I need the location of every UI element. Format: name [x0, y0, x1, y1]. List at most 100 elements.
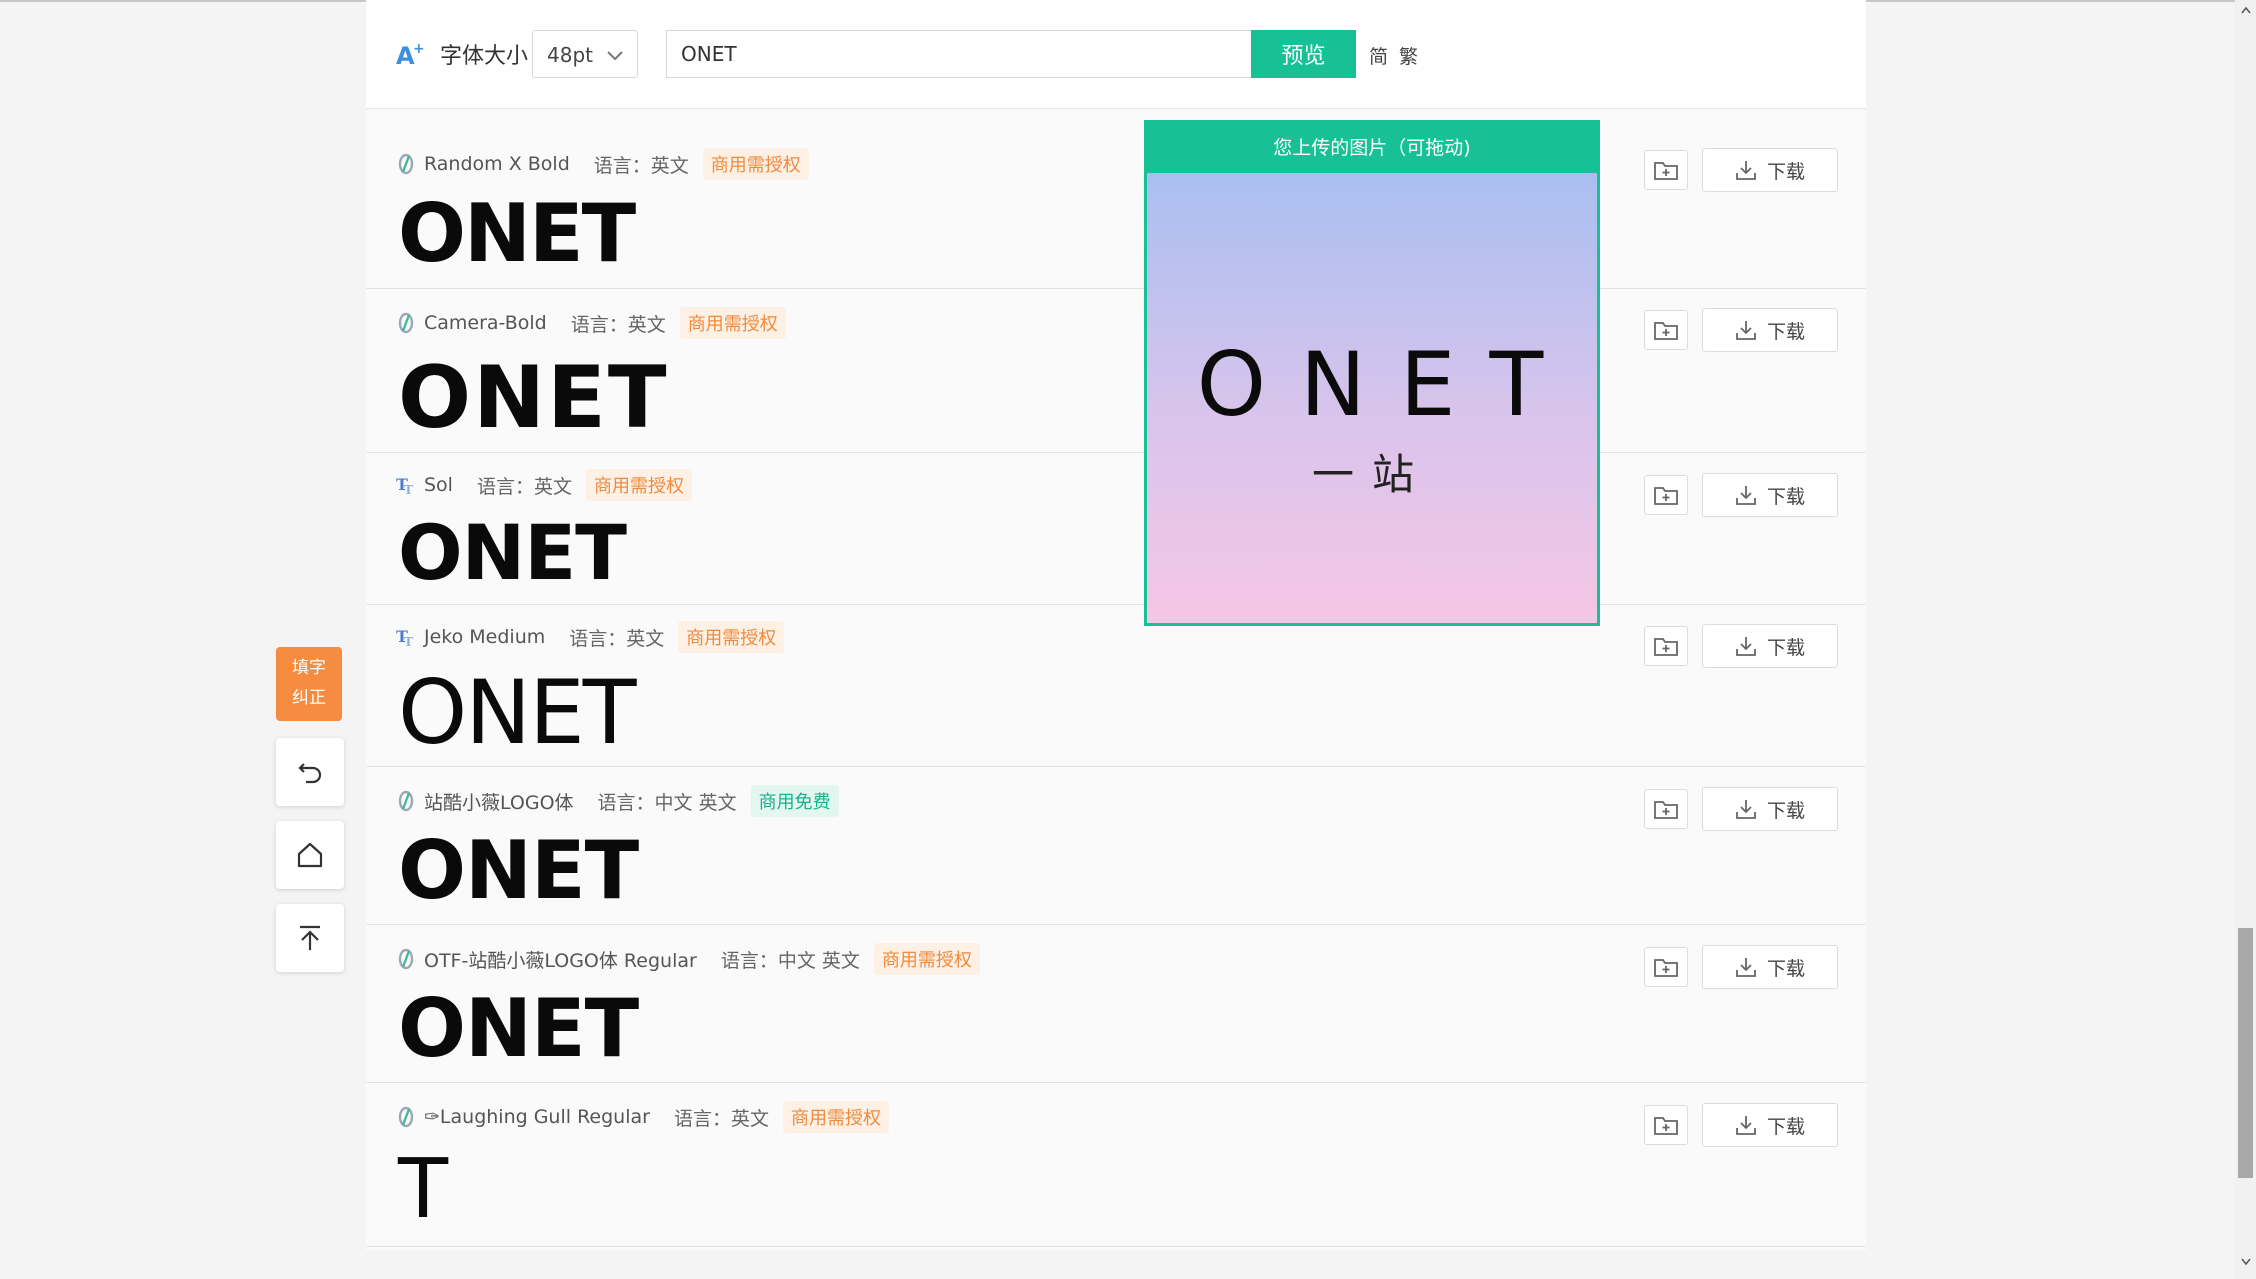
download-button[interactable]: 下载 — [1702, 148, 1838, 192]
font-name[interactable]: Jeko Medium — [424, 626, 545, 648]
traditional-chinese-toggle[interactable]: 繁 — [1399, 42, 1418, 69]
font-name[interactable]: Sol — [424, 474, 453, 496]
otf-font-icon — [396, 1106, 416, 1128]
download-button[interactable]: 下载 — [1702, 945, 1838, 989]
font-meta: 站酷小薇LOGO体 语言：中文 英文 商用免费 — [396, 785, 839, 817]
vertical-scrollbar[interactable] — [2235, 0, 2256, 1279]
font-language: 语言：中文 英文 — [720, 949, 860, 972]
uploaded-image-panel[interactable]: 您上传的图片（可拖动) ONET 一站 — [1144, 120, 1600, 626]
download-icon — [1736, 958, 1756, 977]
font-sample[interactable]: T — [398, 1149, 448, 1231]
font-meta: Random X Bold 语言：英文 商用需授权 — [396, 148, 809, 180]
main-content: A + 字体大小 48pt 预览 简 繁 Random X Bold 语言：英文… — [366, 0, 1866, 1250]
font-row: Camera-Bold 语言：英文 商用需授权 ONET 下载 — [366, 289, 1866, 453]
folder-plus-icon — [1654, 959, 1678, 977]
license-badge: 商用需授权 — [585, 469, 692, 501]
download-icon — [1736, 800, 1756, 819]
home-icon — [297, 842, 323, 868]
download-button[interactable]: 下载 — [1702, 473, 1838, 517]
font-sample[interactable]: ONET — [398, 669, 636, 757]
font-name[interactable]: ✑Laughing Gull Regular — [424, 1106, 650, 1128]
download-icon — [1736, 161, 1756, 180]
scroll-up-arrow-icon[interactable] — [2235, 0, 2256, 20]
uploaded-image-title: 您上传的图片（可拖动) — [1147, 123, 1597, 173]
add-to-folder-button[interactable] — [1644, 789, 1688, 829]
font-language: 语言：中文 英文 — [597, 791, 737, 814]
font-language: 语言：英文 — [673, 1107, 769, 1130]
fill-correct-line1: 填字 — [292, 658, 326, 678]
download-icon — [1736, 321, 1756, 340]
folder-plus-icon — [1654, 1117, 1678, 1135]
add-to-folder-button[interactable] — [1644, 1105, 1688, 1145]
license-badge: 商用需授权 — [679, 307, 786, 339]
font-meta: Camera-Bold 语言：英文 商用需授权 — [396, 307, 786, 339]
font-language: 语言：英文 — [593, 154, 689, 177]
preview-text-input[interactable] — [666, 30, 1252, 78]
font-row: TT Jeko Medium 语言：英文 商用需授权 ONET 下载 — [366, 605, 1866, 767]
download-button[interactable]: 下载 — [1702, 787, 1838, 831]
download-label: 下载 — [1766, 957, 1805, 980]
add-to-folder-button[interactable] — [1644, 150, 1688, 190]
license-badge: 商用需授权 — [702, 148, 809, 180]
preview-button[interactable]: 预览 — [1251, 30, 1356, 78]
uploaded-image: ONET 一站 — [1147, 173, 1597, 623]
add-to-folder-button[interactable] — [1644, 475, 1688, 515]
undo-button[interactable] — [276, 738, 344, 806]
preview-toolbar: A + 字体大小 48pt 预览 简 繁 — [366, 0, 1866, 109]
download-label: 下载 — [1766, 636, 1805, 659]
folder-plus-icon — [1654, 801, 1678, 819]
font-meta: OTF-站酷小薇LOGO体 Regular 语言：中文 英文 商用需授权 — [396, 943, 980, 975]
download-icon — [1736, 486, 1756, 505]
simplified-chinese-toggle[interactable]: 简 — [1369, 42, 1388, 69]
uploaded-image-text: ONET — [1196, 333, 1578, 436]
download-label: 下载 — [1766, 320, 1805, 343]
download-icon — [1736, 637, 1756, 656]
license-badge: 商用免费 — [750, 785, 839, 817]
font-row: TT Sol 语言：英文 商用需授权 ONET 下载 — [366, 453, 1866, 605]
uploaded-image-subtext: 一站 — [1311, 450, 1432, 499]
otf-font-icon — [396, 153, 416, 175]
font-size-value: 48pt — [547, 43, 593, 67]
otf-font-icon — [396, 948, 416, 970]
font-meta: TT Jeko Medium 语言：英文 商用需授权 — [396, 621, 785, 653]
license-badge: 商用需授权 — [782, 1101, 889, 1133]
font-sample[interactable]: ONET — [398, 831, 639, 911]
license-badge: 商用需授权 — [678, 621, 785, 653]
download-button[interactable]: 下载 — [1702, 624, 1838, 668]
font-sample[interactable]: ONET — [398, 989, 639, 1069]
font-row: Random X Bold 语言：英文 商用需授权 ONET 下载 — [366, 128, 1866, 289]
folder-plus-icon — [1654, 638, 1678, 656]
otf-font-icon — [396, 790, 416, 812]
undo-icon — [298, 763, 322, 784]
add-to-folder-button[interactable] — [1644, 626, 1688, 666]
download-label: 下载 — [1766, 1115, 1805, 1138]
font-name[interactable]: OTF-站酷小薇LOGO体 Regular — [424, 946, 697, 973]
fill-correct-button[interactable]: 填字 纠正 — [276, 647, 342, 721]
folder-plus-icon — [1654, 487, 1678, 505]
scroll-down-arrow-icon[interactable] — [2235, 1252, 2256, 1272]
ttf-font-icon: TT — [396, 474, 416, 496]
add-to-folder-button[interactable] — [1644, 310, 1688, 350]
download-label: 下载 — [1766, 160, 1805, 183]
license-badge: 商用需授权 — [873, 943, 980, 975]
home-button[interactable] — [276, 821, 344, 889]
download-button[interactable]: 下载 — [1702, 1103, 1838, 1147]
download-icon — [1736, 1116, 1756, 1135]
font-sample[interactable]: ONET — [398, 355, 669, 441]
font-name[interactable]: Camera-Bold — [424, 312, 547, 334]
back-to-top-button[interactable] — [276, 904, 344, 972]
download-label: 下载 — [1766, 485, 1805, 508]
add-to-folder-button[interactable] — [1644, 947, 1688, 987]
font-sample[interactable]: ONET — [398, 194, 636, 274]
scrollbar-thumb[interactable] — [2238, 928, 2253, 1178]
font-name[interactable]: Random X Bold — [424, 153, 570, 175]
svg-text:T: T — [404, 483, 413, 495]
chevron-down-icon — [607, 51, 623, 61]
font-name[interactable]: 站酷小薇LOGO体 — [424, 788, 574, 815]
download-label: 下载 — [1766, 799, 1805, 822]
download-button[interactable]: 下载 — [1702, 308, 1838, 352]
folder-plus-icon — [1654, 322, 1678, 340]
font-row: OTF-站酷小薇LOGO体 Regular 语言：中文 英文 商用需授权 ONE… — [366, 925, 1866, 1083]
font-size-select[interactable]: 48pt — [532, 30, 638, 78]
font-sample[interactable]: ONET — [398, 515, 627, 591]
